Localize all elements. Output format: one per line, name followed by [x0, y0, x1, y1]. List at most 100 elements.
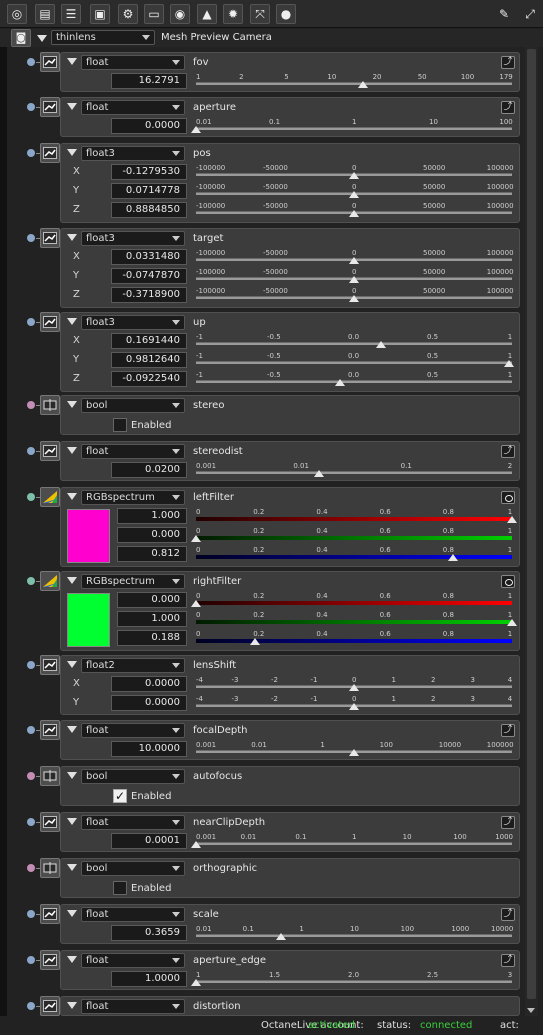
collapse-triangle-icon[interactable] [67, 772, 77, 779]
color-swatch[interactable] [67, 509, 110, 563]
target-0-slider[interactable]: -100000 -50000 0 50000 100000 [196, 249, 514, 264]
bool-node-icon[interactable] [40, 395, 60, 415]
aperture_edge-0-slider[interactable]: 1 1.5 2.0 2.5 3 [191, 971, 512, 986]
lensShift-1-slider[interactable]: -4 -3 -2 -1 0 1 2 3 4 [196, 695, 512, 710]
channel-r-field[interactable]: 0.000 [117, 592, 187, 608]
autofocus-checkbox[interactable]: ✓ [113, 789, 127, 803]
channel-b-field[interactable]: 0.812 [117, 546, 187, 562]
channel-b-field[interactable]: 0.188 [117, 630, 187, 646]
collapse-triangle-icon[interactable] [67, 234, 77, 241]
stereodist-0-slider[interactable]: 0.001 0.01 0.1 2 [196, 462, 512, 477]
value-field[interactable]: 0.0000 [111, 695, 187, 711]
collapse-triangle-icon[interactable] [67, 401, 77, 408]
param-type-dropdown[interactable]: RGBspectrum [81, 490, 185, 505]
aperture-0-slider[interactable]: 0.01 0.1 1 10 100 [191, 118, 513, 133]
eye-icon[interactable] [501, 491, 515, 504]
float-node-icon[interactable] [40, 812, 60, 832]
collapse-triangle-icon[interactable] [67, 149, 77, 156]
channel-g-field[interactable]: 0.000 [117, 527, 187, 543]
up-0-thumb[interactable] [375, 341, 386, 348]
channel-g-field[interactable]: 1.000 [117, 611, 187, 627]
input-pin-icon[interactable] [27, 661, 35, 669]
input-pin-icon[interactable] [27, 1002, 35, 1010]
collapse-triangle-icon[interactable] [67, 447, 77, 454]
aperture-0-thumb[interactable] [191, 126, 201, 133]
value-field[interactable]: 0.0000 [111, 118, 187, 134]
leftFilter-b-slider[interactable]: 0 0.2 0.4 0.6 0.8 1 [196, 546, 512, 561]
rightFilter-r-slider[interactable]: 0 0.2 0.4 0.6 0.8 1 [191, 592, 512, 607]
target-0-thumb[interactable] [349, 257, 359, 264]
up-1-thumb[interactable] [503, 360, 514, 367]
param-type-dropdown[interactable]: float [81, 444, 185, 459]
value-field[interactable]: 0.0331480 [111, 249, 187, 265]
param-type-dropdown[interactable]: float [81, 723, 185, 738]
leftFilter-r-slider[interactable]: 0 0.2 0.4 0.6 0.8 1 [196, 508, 517, 523]
camera-icon[interactable]: ◙ [11, 29, 31, 47]
float-node-icon[interactable] [40, 143, 60, 163]
input-pin-icon[interactable] [27, 818, 35, 826]
lensShift-1-thumb[interactable] [349, 703, 359, 710]
lensShift-0-thumb[interactable] [349, 684, 359, 691]
collapse-triangle-icon[interactable] [67, 956, 77, 963]
param-type-dropdown[interactable]: bool [81, 861, 185, 876]
value-field[interactable]: 0.8884850 [111, 202, 187, 218]
leftFilter-g-slider[interactable]: 0 0.2 0.4 0.6 0.8 1 [191, 527, 512, 542]
orthographic-checkbox[interactable] [113, 881, 127, 895]
param-type-dropdown[interactable]: float [81, 100, 185, 115]
rightFilter-b-thumb[interactable] [250, 638, 261, 645]
input-pin-icon[interactable] [27, 149, 35, 157]
target-1-thumb[interactable] [349, 276, 359, 283]
param-type-dropdown[interactable]: float3 [81, 315, 185, 330]
curve-icon[interactable]: ⤴ [501, 954, 515, 967]
param-type-dropdown[interactable]: float [81, 953, 185, 968]
stereo-checkbox[interactable] [113, 418, 127, 432]
collapse-triangle-icon[interactable] [67, 58, 77, 65]
value-field[interactable]: -0.0922540 [111, 371, 187, 387]
value-field[interactable]: 16.2791 [111, 73, 187, 89]
pos-2-slider[interactable]: -100000 -50000 0 50000 100000 [196, 202, 514, 217]
up-0-slider[interactable]: -1 -0.5 0.0 0.5 1 [196, 333, 512, 348]
collapse-triangle-icon[interactable] [67, 318, 77, 325]
up-2-slider[interactable]: -1 -0.5 0.0 0.5 1 [196, 371, 512, 386]
float-node-icon[interactable] [40, 97, 60, 117]
bool-node-icon[interactable] [40, 858, 60, 878]
scale-0-thumb[interactable] [276, 933, 287, 940]
pos-0-slider[interactable]: -100000 -50000 0 50000 100000 [196, 164, 514, 179]
param-type-dropdown[interactable]: float [81, 815, 185, 830]
float-node-icon[interactable] [40, 441, 60, 461]
param-type-dropdown[interactable]: float3 [81, 231, 185, 246]
float-node-icon[interactable] [40, 655, 60, 675]
param-type-dropdown[interactable]: float [81, 907, 185, 922]
rightFilter-r-thumb[interactable] [191, 600, 201, 607]
curve-icon[interactable]: ⤴ [501, 101, 515, 114]
bool-node-icon[interactable] [40, 766, 60, 786]
rgb-node-icon[interactable] [40, 487, 60, 507]
pos-2-thumb[interactable] [349, 210, 359, 217]
nearClipDepth-0-slider[interactable]: 0.001 0.01 0.1 1 10 100 1000 [191, 833, 513, 848]
rgb-node-icon[interactable] [40, 571, 60, 591]
node-graph-icon[interactable]: ◎ [7, 4, 27, 24]
float-node-icon[interactable] [40, 52, 60, 72]
value-field[interactable]: 0.9812640 [111, 352, 187, 368]
value-field[interactable]: 10.0000 [111, 741, 187, 757]
pos-1-slider[interactable]: -100000 -50000 0 50000 100000 [196, 183, 514, 198]
collapse-triangle-icon[interactable] [37, 35, 47, 42]
curve-icon[interactable]: ⤴ [501, 816, 515, 829]
curve-icon[interactable]: ⤴ [501, 724, 515, 737]
scrollbar-thumb[interactable] [527, 49, 536, 999]
collapse-triangle-icon[interactable] [67, 818, 77, 825]
param-type-dropdown[interactable]: float [81, 55, 185, 70]
value-field[interactable]: 1.0000 [111, 971, 187, 987]
float-node-icon[interactable] [40, 950, 60, 970]
collapse-triangle-icon[interactable] [67, 864, 77, 871]
collapse-triangle-icon[interactable] [67, 493, 77, 500]
float-node-icon[interactable] [40, 720, 60, 740]
camera-type-dropdown[interactable]: thinlens [51, 30, 155, 45]
float-node-icon[interactable] [40, 904, 60, 924]
param-type-dropdown[interactable]: float2 [81, 658, 185, 673]
lensShift-0-slider[interactable]: -4 -3 -2 -1 0 1 2 3 4 [196, 676, 512, 691]
collapse-triangle-icon[interactable] [67, 577, 77, 584]
input-pin-icon[interactable] [27, 772, 35, 780]
fov-0-thumb[interactable] [358, 81, 369, 88]
input-pin-icon[interactable] [27, 401, 35, 409]
